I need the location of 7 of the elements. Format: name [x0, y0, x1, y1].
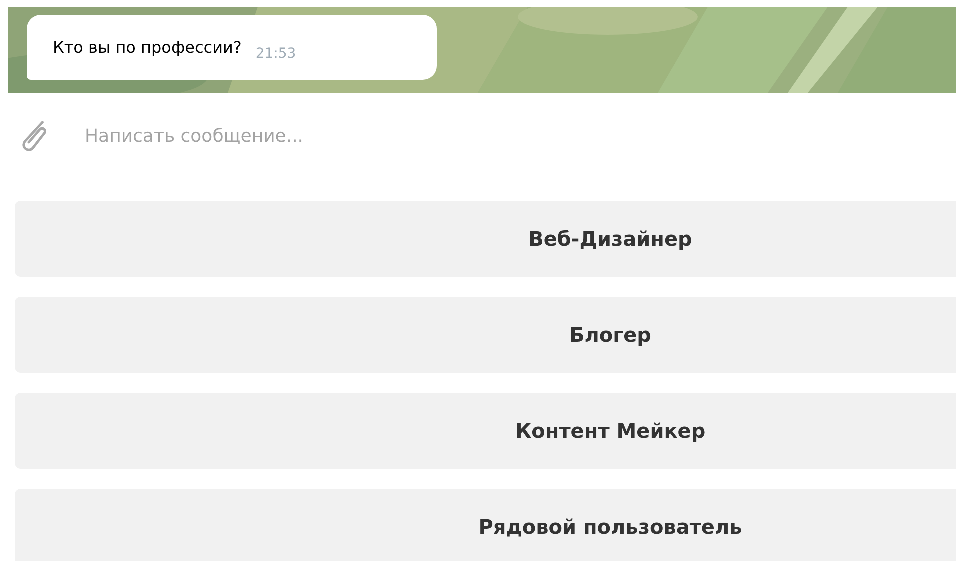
message-text: Кто вы по профессии? [53, 36, 242, 58]
keyboard-button[interactable]: Контент Мейкер [15, 393, 956, 469]
message-input[interactable]: Написать сообщение... [83, 122, 583, 151]
keyboard-button[interactable]: Рядовой пользователь [15, 489, 956, 561]
keyboard-button[interactable]: Блогер [15, 297, 956, 373]
keyboard-button[interactable]: Веб-Дизайнер [15, 201, 956, 277]
message-time: 21:53 [256, 45, 296, 64]
